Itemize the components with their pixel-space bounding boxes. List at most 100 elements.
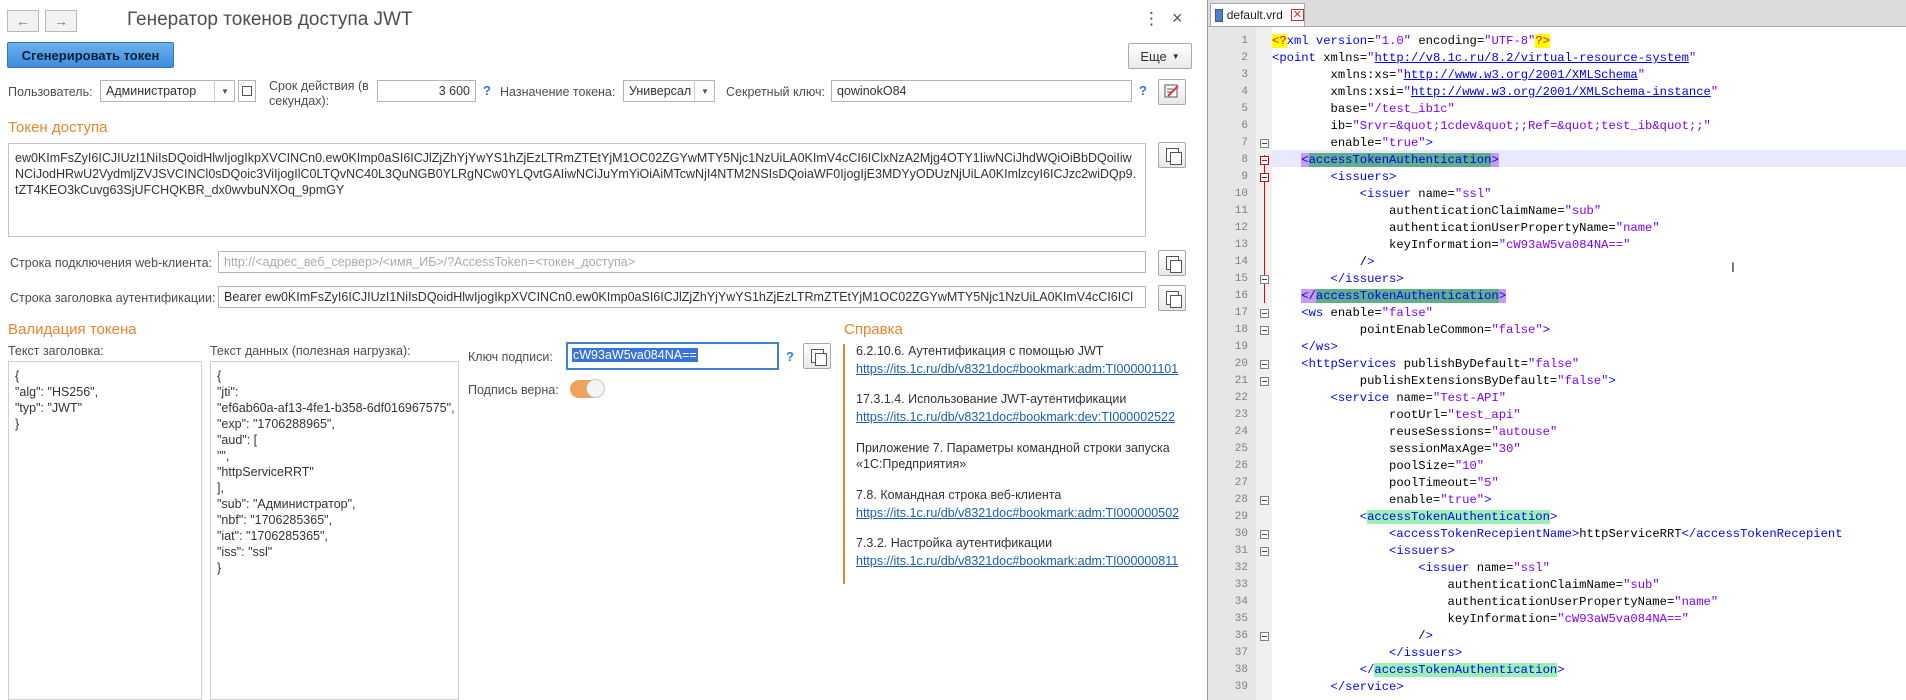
code-line[interactable]: /> [1272,254,1375,271]
fold-toggle-icon[interactable] [1260,156,1269,165]
line-number: 27 [1234,477,1248,489]
open-user-icon[interactable] [238,80,256,102]
line-number: 9 [1241,171,1248,183]
code-line[interactable]: enable="true"> [1272,492,1491,509]
code-line[interactable]: ib="Srvr=&quot;1cdev&quot;;Ref=&quot;tes… [1272,118,1711,135]
code-line[interactable]: </ws> [1272,339,1338,356]
sign-valid-toggle[interactable] [570,379,605,398]
fold-toggle-icon[interactable] [1260,496,1269,505]
copy-token-icon[interactable] [1158,142,1186,168]
code-line[interactable]: poolTimeout="5" [1272,475,1499,492]
close-icon[interactable]: × [1172,8,1183,29]
sign-valid-label: Подпись верна: [468,383,559,397]
code-line[interactable]: <?xml version="1.0" encoding="UTF-8"?> [1272,33,1550,50]
reference-item: 7.3.2. Настройка аутентификации https://… [856,536,1196,584]
code-line[interactable]: <httpServices publishByDefault="false" [1272,356,1579,373]
code-line[interactable]: <issuers> [1272,169,1397,186]
fold-toggle-icon[interactable] [1260,309,1269,318]
code-line[interactable]: <point xmlns="http://v8.1c.ru/8.2/virtua… [1272,50,1696,67]
code-line[interactable]: <issuer name="ssl" [1272,560,1550,577]
back-button[interactable]: ← [7,10,39,32]
code-line[interactable]: </accessTokenAuthentication> [1272,288,1507,305]
fold-toggle-icon[interactable] [1260,275,1269,284]
fold-toggle-icon[interactable] [1260,173,1269,182]
key-edit-icon[interactable] [1158,79,1186,105]
code-line[interactable]: </issuers> [1272,645,1462,662]
reference-link-1[interactable]: https://its.1c.ru/db/v8321doc#bookmark:a… [856,362,1196,376]
expiry-help-icon[interactable]: ? [483,83,491,98]
more-button[interactable]: Еще ▼ [1128,43,1192,69]
code-line[interactable]: rootUrl="test_api" [1272,407,1521,424]
code-line[interactable]: authenticationUserPropertyName="name" [1272,594,1719,611]
code-line[interactable]: xmlns:xsi="http://www.w3.org/2001/XMLSch… [1272,84,1719,101]
header-text-field[interactable]: { "alg": "HS256", "typ": "JWT" } [8,361,202,700]
code-line[interactable]: reuseSessions="autouse" [1272,424,1557,441]
more-actions-icon[interactable]: ⋮ [1143,9,1160,29]
line-number: 1 [1241,35,1248,47]
code-line[interactable]: keyInformation="cW93aW5va084NA==" [1272,237,1630,254]
code-line[interactable]: <ws enable="false" [1272,305,1433,322]
tab-default-vrd[interactable]: default.vrd ✕ [1210,3,1305,26]
code-line[interactable]: authenticationClaimName="sub" [1272,577,1660,594]
code-line[interactable]: <accessTokenAuthentication> [1272,152,1499,169]
code-line[interactable]: authenticationUserPropertyName="name" [1272,220,1660,237]
fold-toggle-icon[interactable] [1260,530,1269,539]
fold-toggle-icon[interactable] [1260,360,1269,369]
fold-toggle-icon[interactable] [1260,547,1269,556]
reference-title-3[interactable]: Приложение 7. Параметры командной строки… [856,440,1191,472]
fold-toggle-icon[interactable] [1260,632,1269,641]
copy-auth-header-icon[interactable] [1158,285,1186,311]
code-line[interactable]: <accessTokenAuthentication> [1272,509,1557,526]
web-client-field[interactable]: http://<адрес_веб_сервер>/<имя_ИБ>/?Acce… [218,251,1146,273]
code-line[interactable]: authenticationClaimName="sub" [1272,203,1601,220]
copy-web-client-icon[interactable] [1158,250,1186,276]
arrow-right-icon: → [54,13,68,29]
secret-help-icon[interactable]: ? [1139,83,1147,98]
fold-toggle-icon[interactable] [1260,326,1269,335]
code-line[interactable]: pointEnableCommon="false"> [1272,322,1550,339]
xml-editor: default.vrd ✕ 1 2 3 4 5 6 7 8 9 10 11 12 13 14 15 16 17 1… [1207,0,1906,700]
code-line[interactable]: base="/test_ib1c" [1272,101,1455,118]
forward-button[interactable]: → [45,10,77,32]
code-line[interactable]: </accessTokenAuthentication> [1272,662,1565,679]
more-button-label: Еще [1140,48,1167,64]
purpose-dropdown-icon[interactable]: ▼ [694,80,715,102]
access-token-field[interactable]: ew0KImFsZyI6ICJIUzI1NiIsDQoidHlwIjogIkpX… [8,143,1146,237]
code-line[interactable]: </service> [1272,679,1404,696]
code-line[interactable]: sessionMaxAge="30" [1272,441,1521,458]
fold-toggle-icon[interactable] [1260,377,1269,386]
code-line[interactable]: keyInformation="cW93aW5va084NA==" [1272,611,1689,628]
code-line[interactable]: <service name="Test-API" [1272,390,1507,407]
code-line[interactable]: xmlns:xs="http://www.w3.org/2001/XMLSche… [1272,67,1646,84]
tab-close-icon[interactable]: ✕ [1290,9,1304,21]
auth-header-field[interactable]: Bearer ew0KImFsZyI6ICJIUzI1NiIsDQoidHlwI… [218,286,1146,308]
code-line[interactable]: <issuer name="ssl" [1272,186,1492,203]
copy-sign-key-icon[interactable] [803,343,831,369]
code-line[interactable]: poolSize="10" [1272,458,1484,475]
code-line[interactable]: publishExtensionsByDefault="false"> [1272,373,1616,390]
line-number: 17 [1234,307,1248,319]
jwt-generator-form: ← → Генератор токенов доступа JWT ⋮ × Сг… [0,0,1198,700]
payload-field[interactable]: { "jti": "ef6ab60a-af13-4fe1-b358-6df016… [210,361,459,700]
reference-link-2[interactable]: https://its.1c.ru/db/v8321doc#bookmark:d… [856,410,1196,424]
secret-key-field[interactable]: qowinokO84 [831,80,1132,102]
toggle-knob [586,379,605,398]
line-number: 10 [1234,188,1248,200]
line-number: 37 [1234,647,1248,659]
code-line[interactable]: <issuers> [1272,543,1455,560]
expiry-field[interactable]: 3 600 [377,80,476,102]
reference-title-5: 7.3.2. Настройка аутентификации [856,536,1053,550]
reference-link-5[interactable]: https://its.1c.ru/db/v8321doc#bookmark:a… [856,554,1196,568]
generate-token-button[interactable]: Сгенерировать токен [7,42,174,68]
code-line[interactable]: <accessTokenRecepientName>httpServiceRRT… [1272,526,1842,543]
reference-link-4[interactable]: https://its.1c.ru/db/v8321doc#bookmark:a… [856,506,1196,520]
code-line[interactable]: </issuers> [1272,271,1404,288]
code-line[interactable]: enable="true"> [1272,135,1433,152]
user-dropdown-icon[interactable]: ▼ [214,80,235,102]
code-line[interactable]: /> [1272,628,1433,645]
arrow-left-icon: ← [16,13,30,29]
sign-key-help-icon[interactable]: ? [786,349,794,364]
line-number: 34 [1234,596,1248,608]
fold-toggle-icon[interactable] [1260,139,1269,148]
sign-key-field[interactable]: cW93aW5va084NA== [566,342,779,370]
